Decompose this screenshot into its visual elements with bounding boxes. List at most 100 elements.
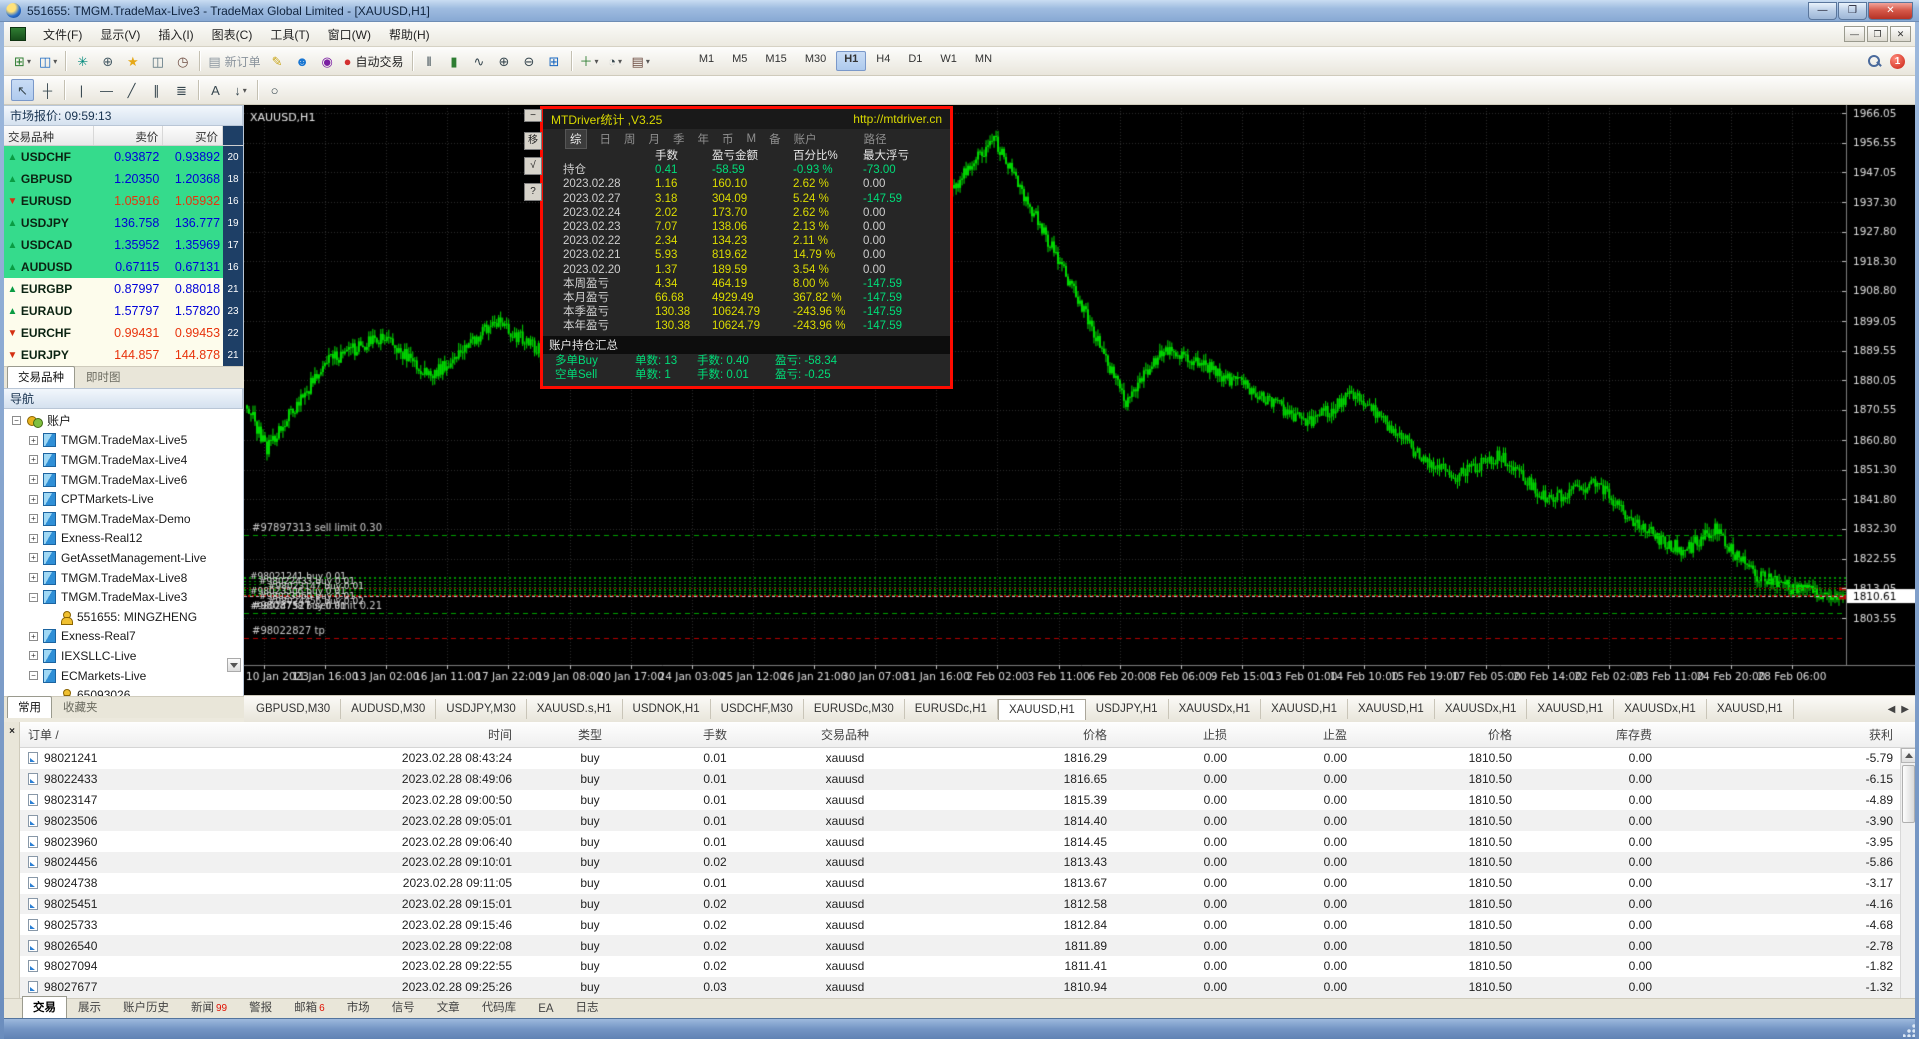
stats-check-button[interactable]: √ [524,157,542,175]
chart-tab-6[interactable]: EURUSDc,M30 [804,699,905,719]
chart-tab-16[interactable]: XAUUSD,H1 [1707,699,1794,719]
new-chart-icon[interactable]: ⊞▾ [11,50,34,72]
collapse-icon[interactable]: − [12,416,21,425]
navigator-item[interactable]: 65093026 [4,685,243,696]
order-row[interactable]: 980270942023.02.28 09:22:55buy0.02xauusd… [20,956,1915,977]
terminal-icon[interactable]: ◫ [146,50,169,72]
navigator-item[interactable]: +TMGM.TradeMax-Live8 [4,568,243,588]
profiles-icon[interactable]: ◫▾ [36,50,60,72]
market-watch-row[interactable]: ▲USDCHF0.938720.9389220 [4,146,243,168]
navigator-item[interactable]: +TMGM.TradeMax-Live4 [4,450,243,470]
market-watch-column-0[interactable]: 交易品种 [4,126,94,145]
channel-icon[interactable]: ∥ [145,79,168,101]
menu-item-1[interactable]: 显示(V) [91,23,149,46]
terminal-tab-交易[interactable]: 交易 [22,996,67,1018]
terminal-tab-日志[interactable]: 日志 [565,996,610,1018]
market-watch-column-2[interactable]: 买价 [163,126,223,145]
terminal-tab-展示[interactable]: 展示 [67,996,112,1018]
period-m15[interactable]: M15 [757,51,794,71]
templates-icon[interactable]: ▤▾ [629,50,653,72]
market-watch-row[interactable]: ▲EURGBP0.879970.8801821 [4,278,243,300]
terminal-tab-新闻[interactable]: 新闻99 [180,996,238,1018]
expand-icon[interactable]: + [29,475,38,484]
tab-scroll-right-icon[interactable]: ▶ [1901,704,1909,715]
navigator-item[interactable]: +TMGM.TradeMax-Live6 [4,470,243,490]
chart-system-menu-icon[interactable] [10,27,26,41]
child-restore-button[interactable]: ❐ [1867,26,1888,42]
search-icon[interactable] [1866,53,1882,69]
order-row[interactable]: 980244562023.02.28 09:10:01buy0.02xauusd… [20,852,1915,873]
price-chart-canvas[interactable] [244,105,1919,695]
collapse-icon[interactable]: − [29,671,38,680]
fibonacci-icon[interactable]: ≣ [170,79,193,101]
tab-交易品种[interactable]: 交易品种 [7,366,75,388]
chart-tab-15[interactable]: XAUUSDx,H1 [1614,699,1707,719]
market-watch-icon[interactable]: ✳ [71,50,94,72]
bar-chart-icon[interactable]: ǁ [418,50,441,72]
arrows-tool-icon[interactable]: ↓▾ [229,79,252,101]
order-row[interactable]: 980224332023.02.28 08:49:06buy0.01xauusd… [20,769,1915,790]
terminal-tab-警报[interactable]: 警报 [238,996,283,1018]
terminal-tab-代码库[interactable]: 代码库 [471,996,528,1018]
terminal-tab-信号[interactable]: 信号 [381,996,426,1018]
order-row[interactable]: 980276772023.02.28 09:25:26buy0.03xauusd… [20,977,1915,998]
market-watch-column-3[interactable] [223,126,243,145]
stats-tab-季[interactable]: 季 [673,131,685,147]
menu-item-2[interactable]: 插入(I) [149,23,202,46]
navigator-scroll-down-button[interactable] [227,658,241,672]
orders-column-3[interactable]: 手数 [660,726,770,743]
stats-tab-备[interactable]: 备 [769,131,781,147]
notification-badge-icon[interactable]: 1 [1890,54,1905,69]
market-watch-row[interactable]: ▼EURUSD1.059161.0593216 [4,190,243,212]
text-icon[interactable]: A [204,79,227,101]
autotrade-button[interactable]: ●自动交易 [341,50,407,72]
stats-help-button[interactable]: ? [524,183,542,201]
order-row[interactable]: 980212412023.02.28 08:43:24buy0.01xauusd… [20,748,1915,769]
stats-minimize-button[interactable]: − [524,109,542,122]
expand-icon[interactable]: + [29,651,38,660]
expand-icon[interactable]: + [29,495,38,504]
menu-item-5[interactable]: 窗口(W) [319,23,380,46]
scrollbar-thumb[interactable] [1902,765,1915,823]
terminal-tab-市场[interactable]: 市场 [336,996,381,1018]
orders-scrollbar[interactable] [1900,748,1915,998]
chart-tab-3[interactable]: XAUUSD.s,H1 [527,699,623,719]
stats-tab-账户[interactable]: 账户 [794,131,817,147]
crosshair-icon[interactable]: ┼ [36,79,59,101]
cursor-icon[interactable]: ↖ [11,79,34,101]
collapse-icon[interactable]: − [29,593,38,602]
navigator-item[interactable]: −TMGM.TradeMax-Live3 [4,587,243,607]
tab-常用[interactable]: 常用 [7,696,52,718]
signals-icon[interactable]: ◉ [316,50,339,72]
expand-icon[interactable]: + [29,455,38,464]
navigator-item[interactable]: −账户 [4,411,243,431]
order-row[interactable]: 980265402023.02.28 09:22:08buy0.02xauusd… [20,935,1915,956]
chart-tab-11[interactable]: XAUUSD,H1 [1261,699,1348,719]
stats-tab-月[interactable]: 月 [649,131,661,147]
expand-icon[interactable]: + [29,514,38,523]
menu-item-0[interactable]: 文件(F) [34,23,91,46]
orders-column-10[interactable]: 获利 [1660,726,1915,743]
order-row[interactable]: 980254512023.02.28 09:15:01buy0.02xauusd… [20,894,1915,915]
period-m5[interactable]: M5 [724,51,755,71]
period-d1[interactable]: D1 [900,51,930,71]
community-icon[interactable]: ☻ [291,50,314,72]
maximize-button[interactable]: ❐ [1838,2,1867,20]
navigator-item[interactable]: +Exness-Real12 [4,529,243,549]
period-m1[interactable]: M1 [691,51,722,71]
navigator-item[interactable]: −ECMarkets-Live [4,666,243,686]
expand-icon[interactable]: + [29,573,38,582]
expand-icon[interactable]: + [29,436,38,445]
navigator-icon[interactable]: ★ [121,50,144,72]
new-order-button[interactable]: ▤新订单 [205,50,263,72]
chart-tab-4[interactable]: USDNOK,H1 [623,699,711,719]
period-m30[interactable]: M30 [797,51,834,71]
candlestick-icon[interactable]: ▮ [443,50,466,72]
chart-tab-10[interactable]: XAUUSDx,H1 [1169,699,1262,719]
minimize-button[interactable]: — [1808,2,1837,20]
zoom-out-icon[interactable]: ⊖ [518,50,541,72]
stats-tab-路径[interactable]: 路径 [864,131,887,147]
market-watch-row[interactable]: ▲USDJPY136.758136.77719 [4,212,243,234]
horizontal-line-icon[interactable]: ― [95,79,118,101]
orders-column-2[interactable]: 类型 [520,726,660,743]
